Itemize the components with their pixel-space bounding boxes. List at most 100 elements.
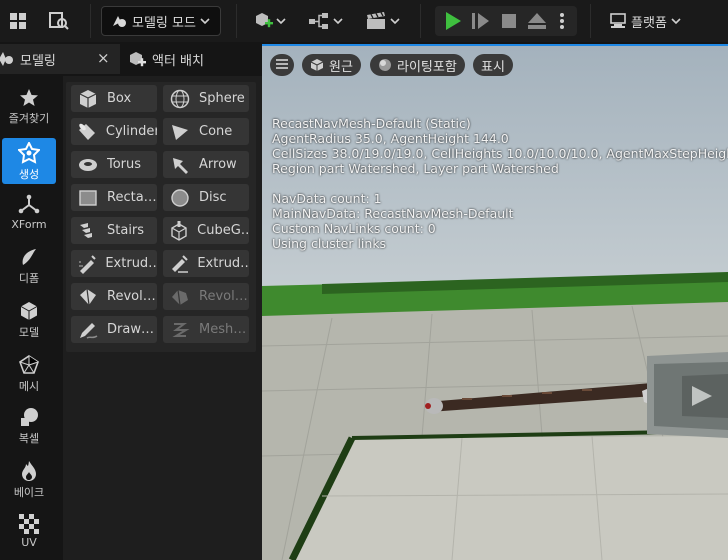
revolve-icon [77, 286, 99, 308]
arrow-icon [169, 154, 191, 176]
tab-actor-placement[interactable]: 액터 배치 [122, 44, 262, 74]
tool-mesh-spline[interactable]: Mesh… [163, 316, 249, 343]
tool-label: Extrud… [197, 256, 249, 271]
category-xform[interactable]: XForm [2, 194, 56, 240]
tool-label: Revol… [107, 289, 156, 304]
category-label: 생성 [18, 168, 40, 181]
lighting-mode-button[interactable]: 라이팅포함 [370, 54, 465, 76]
add-actor-icon [255, 13, 273, 28]
tool-label: Cone [199, 124, 233, 139]
play-icon[interactable] [443, 11, 463, 31]
draw-spline-icon [77, 319, 99, 341]
tool-stairs[interactable]: Stairs [71, 217, 157, 244]
category-model[interactable]: 모델 [2, 300, 56, 346]
extrude-path-icon [77, 253, 97, 275]
mode-dropdown-button[interactable]: 모델링 모드 [101, 6, 221, 36]
category-label: 즐겨찾기 [8, 112, 50, 125]
tool-label: Box [107, 91, 132, 106]
info-line: MainNavData: RecastNavMesh-Default [272, 206, 514, 221]
lighting-icon [378, 58, 392, 72]
tab-modeling[interactable]: 모델링 × [0, 44, 120, 74]
star-icon [20, 89, 38, 106]
blueprint-icon [308, 13, 328, 29]
stairs-icon [77, 220, 99, 242]
chevron-down-icon [200, 17, 210, 25]
tool-cubegrid[interactable]: CubeG… [163, 217, 249, 244]
disc-icon [169, 187, 191, 209]
tool-draw-spline[interactable]: Draw… [71, 316, 157, 343]
category-label: 베이크 [13, 486, 45, 499]
platform-icon [609, 13, 627, 29]
platform-dropdown-button[interactable]: 플랫폼 [605, 6, 685, 36]
eject-icon[interactable] [527, 12, 547, 30]
tool-label: Disc [199, 190, 227, 205]
model-icon [20, 302, 38, 320]
stop-icon[interactable] [501, 13, 517, 29]
info-line: AgentRadius 35.0, AgentHeight 144.0 [272, 131, 509, 146]
add-actor-button[interactable] [248, 6, 290, 36]
tool-revolve-path[interactable]: Revol… [163, 283, 249, 310]
chevron-down-icon [389, 18, 400, 25]
navmesh-info-overlay: RecastNavMesh-Default (Static) AgentRadi… [272, 116, 728, 251]
tool-cylinder[interactable]: Cylinder [71, 118, 157, 145]
show-button[interactable]: 표시 [473, 54, 513, 76]
category-mesh[interactable]: 메시 [2, 354, 56, 400]
tool-arrow[interactable]: Arrow [163, 151, 249, 178]
close-icon[interactable]: × [97, 49, 110, 67]
tool-disc[interactable]: Disc [163, 184, 249, 211]
tool-extrude-polygon[interactable]: Extrud… [163, 250, 249, 277]
tool-label: Recta… [107, 190, 157, 205]
perspective-label: 원근 [329, 59, 353, 75]
category-uv[interactable]: UV [2, 514, 56, 560]
perspective-button[interactable]: 원근 [302, 54, 361, 76]
category-create[interactable]: 생성 [2, 138, 56, 184]
mesh-icon [19, 355, 39, 374]
tool-sphere[interactable]: Sphere [163, 85, 249, 112]
tool-label: Extrud… [105, 256, 157, 271]
tool-label: Cylinder [105, 124, 157, 139]
play-controls [435, 6, 577, 36]
category-sidebar: 즐겨찾기 생성 XForm 디폼 모델 메시 복셀 베이크 UV [0, 78, 62, 560]
tool-label: Revol… [199, 289, 248, 304]
tool-revolve[interactable]: Revol… [71, 283, 157, 310]
level-viewport[interactable]: 원근 라이팅포함 표시 RecastNavMesh-Default (Stati… [262, 46, 728, 560]
mode-label: 모델링 모드 [132, 15, 196, 31]
category-voxel[interactable]: 복셀 [2, 406, 56, 452]
cinematics-button[interactable] [360, 6, 404, 36]
tool-cone[interactable]: Cone [163, 118, 249, 145]
cubegrid-icon [169, 220, 189, 242]
category-label: 메시 [18, 380, 40, 393]
modeling-tab-icon [0, 51, 14, 67]
category-label: 복셀 [18, 432, 40, 445]
tool-rectangle[interactable]: Recta… [71, 184, 157, 211]
category-deform[interactable]: 디폼 [2, 246, 56, 292]
content-browser-icon[interactable] [44, 6, 74, 36]
tool-label: Sphere [199, 91, 245, 106]
info-line: Custom NavLinks count: 0 [272, 221, 436, 236]
create-icon [18, 142, 40, 164]
viewport-menu-button[interactable] [270, 54, 294, 76]
more-icon[interactable] [559, 12, 565, 30]
chevron-down-icon [275, 18, 286, 25]
info-line: RecastNavMesh-Default (Static) [272, 116, 471, 131]
category-favorites[interactable]: 즐겨찾기 [2, 88, 56, 134]
revolve-path-icon [169, 286, 191, 308]
cinematics-icon [366, 12, 385, 29]
blueprint-button[interactable] [304, 6, 346, 36]
chevron-down-icon [671, 17, 681, 25]
torus-icon [77, 154, 99, 176]
uv-icon [19, 514, 39, 534]
tab-modeling-label: 모델링 [20, 53, 56, 69]
tab-actor-placement-label: 액터 배치 [152, 53, 204, 69]
voxel-icon [21, 408, 38, 426]
step-icon[interactable] [471, 12, 491, 30]
tool-extrude-path[interactable]: Extrud… [71, 250, 157, 277]
category-label: 디폼 [18, 272, 40, 285]
box-icon [77, 88, 99, 110]
info-line: CellSizes 38.0/19.0/19.0, CellHeights 10… [272, 146, 728, 161]
tool-torus[interactable]: Torus [71, 151, 157, 178]
tool-box[interactable]: Box [71, 85, 157, 112]
rectangle-icon [77, 187, 99, 209]
category-bake[interactable]: 베이크 [2, 460, 56, 506]
grid-icon[interactable] [4, 6, 32, 36]
